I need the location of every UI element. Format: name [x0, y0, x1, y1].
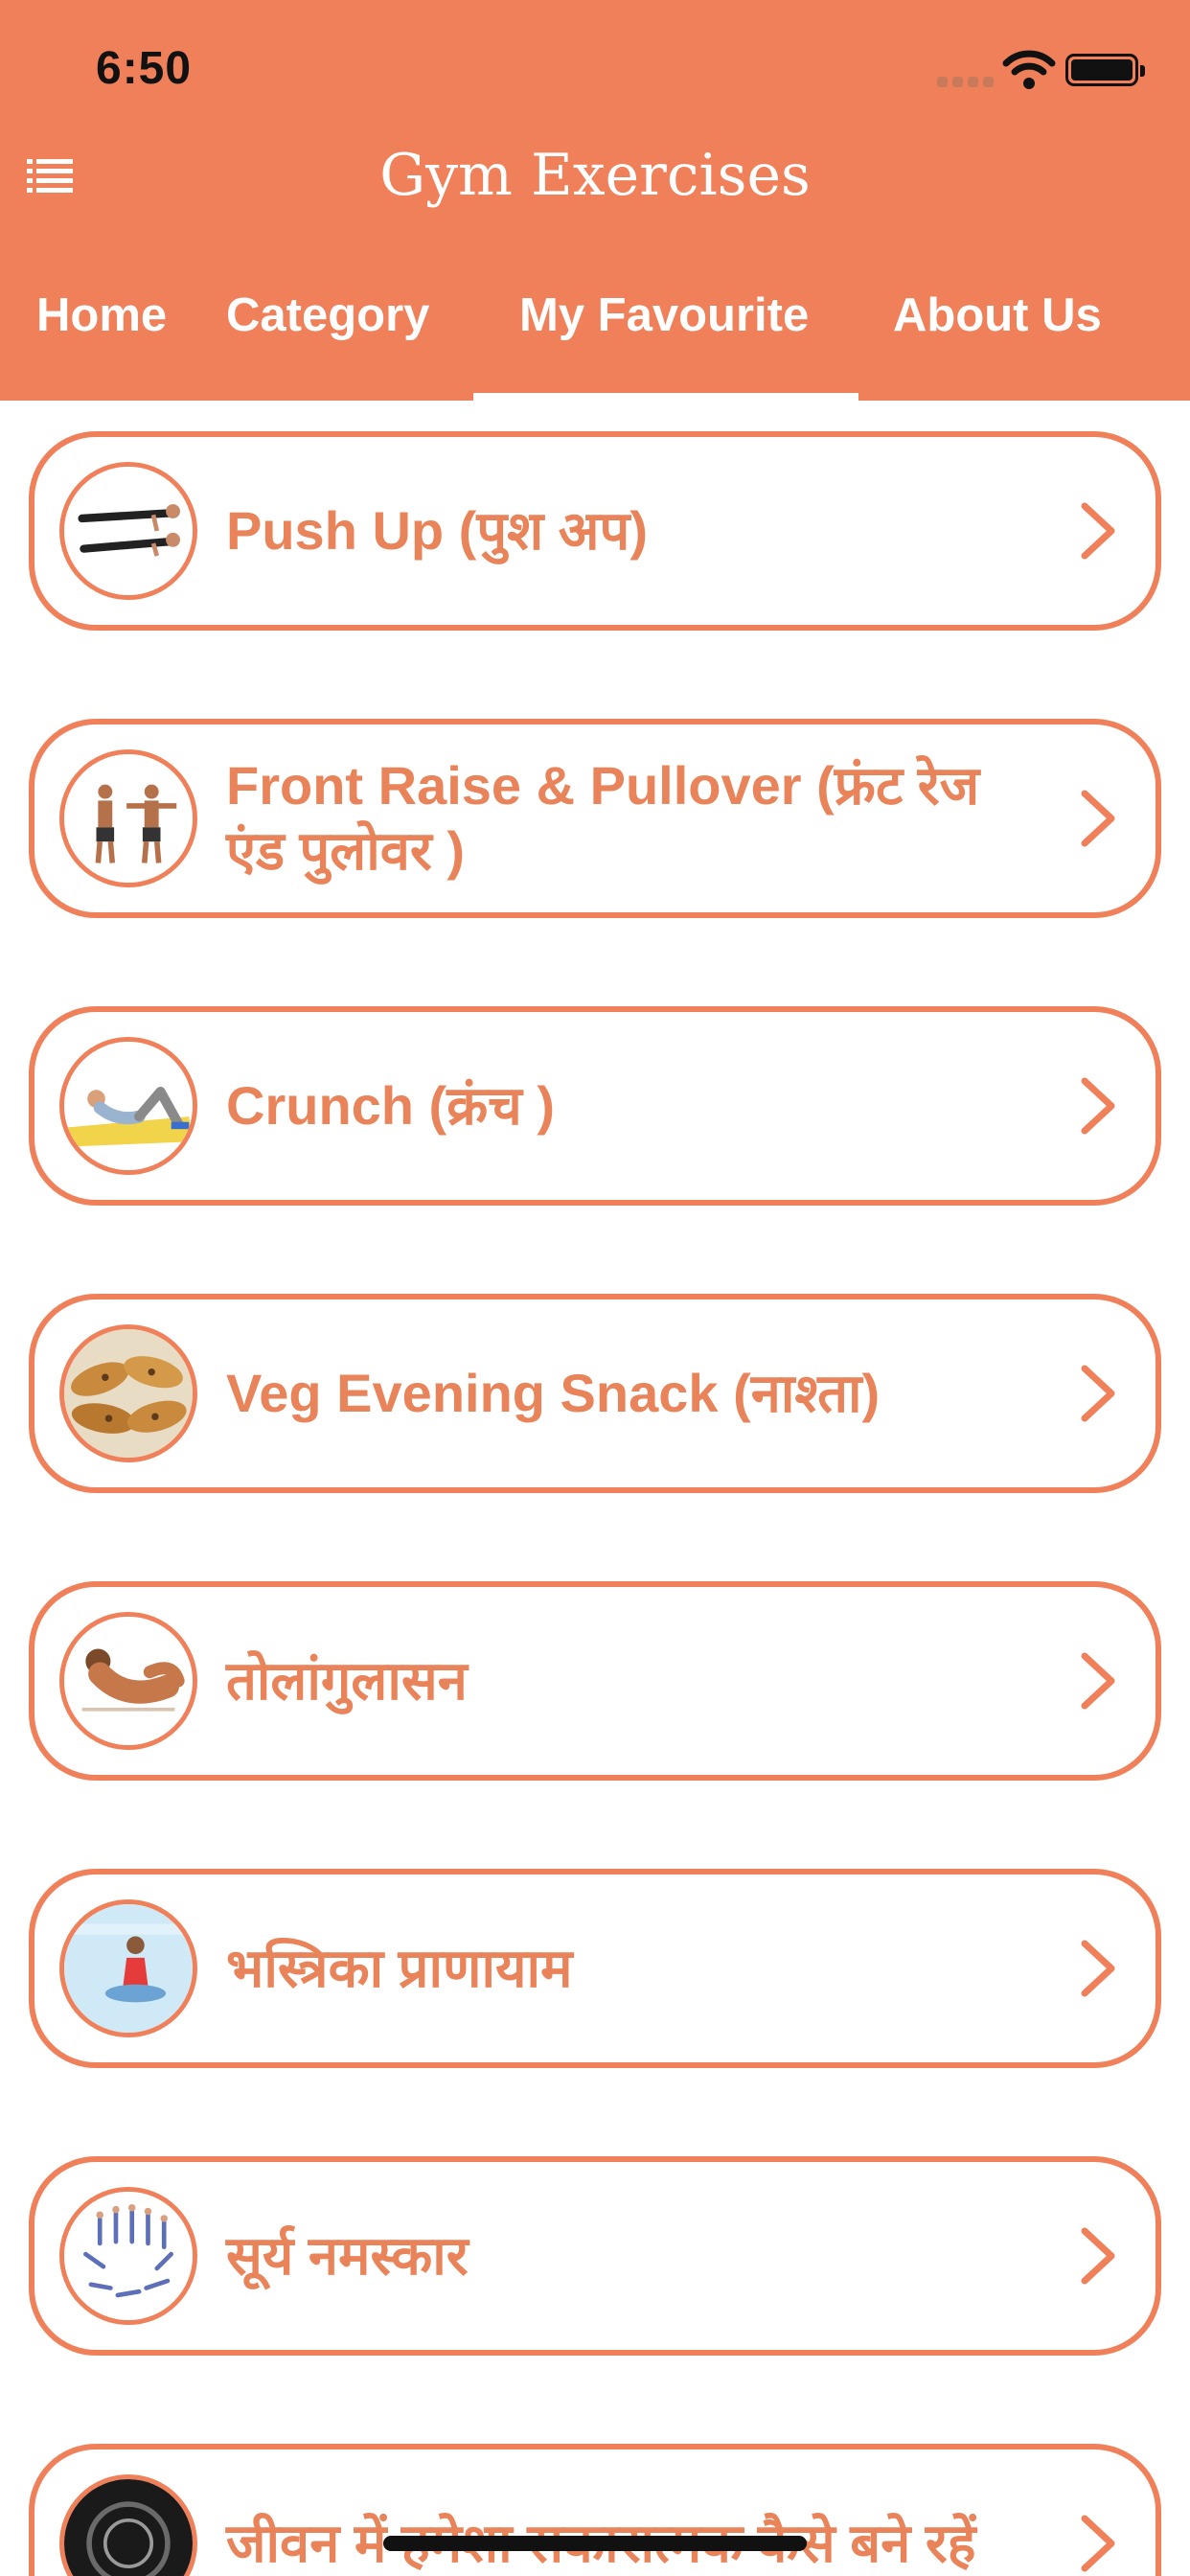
list-item-label: जीवन में हमेशा सकारात्मक कैसे बने रहें	[226, 2513, 976, 2573]
chevron-right-icon	[1081, 1652, 1115, 1710]
app-header: 6:50 Gym Exercises Home Category My Favo…	[0, 0, 1190, 401]
tab-home[interactable]: Home	[36, 278, 167, 401]
list-item[interactable]: भस्त्रिका प्राणायाम	[29, 1869, 1161, 2068]
list-item[interactable]: Front Raise & Pullover (फ्रंट रेज एंड पु…	[29, 719, 1161, 918]
list-item[interactable]: सूर्य नमस्कार	[29, 2156, 1161, 2356]
chevron-right-icon	[1081, 1365, 1115, 1422]
active-tab-indicator	[473, 393, 858, 401]
chevron-right-icon	[1081, 1077, 1115, 1135]
yoga-pose-thumbnail	[59, 1612, 197, 1750]
battery-icon	[1065, 54, 1145, 86]
list-item[interactable]: तोलांगुलासन	[29, 1581, 1161, 1781]
home-indicator[interactable]	[383, 2536, 807, 2551]
chevron-right-icon	[1081, 502, 1115, 560]
list-item-label: तोलांगुलासन	[226, 1650, 468, 1711]
tab-bar: Home Category My Favourite About Us	[0, 278, 1190, 401]
crunch-thumbnail	[59, 1037, 197, 1175]
chevron-right-icon	[1081, 790, 1115, 847]
chevron-right-icon	[1081, 1940, 1115, 1997]
snack-thumbnail	[59, 1324, 197, 1462]
cellular-signal-icon	[937, 75, 998, 92]
list-item-label: Crunch (क्रंच )	[226, 1075, 555, 1136]
list-item-label: Veg Evening Snack (नाश्ता)	[226, 1363, 881, 1423]
front-raise-thumbnail	[59, 749, 197, 887]
chevron-right-icon	[1081, 2227, 1115, 2285]
pranayama-thumbnail	[59, 1899, 197, 2037]
list-item-label: भस्त्रिका प्राणायाम	[226, 1938, 573, 1998]
list-item[interactable]: Crunch (क्रंच )	[29, 1006, 1161, 1206]
list-item[interactable]: जीवन में हमेशा सकारात्मक कैसे बने रहें	[29, 2444, 1161, 2576]
positivity-thumbnail	[59, 2474, 197, 2576]
app-title: Gym Exercises	[379, 142, 811, 209]
list-item-label: Front Raise & Pullover (फ्रंट रेज एंड पु…	[226, 755, 980, 881]
wifi-icon	[1002, 50, 1056, 89]
list-item[interactable]: Veg Evening Snack (नाश्ता)	[29, 1294, 1161, 1493]
status-bar: 6:50	[0, 0, 1190, 134]
surya-namaskar-thumbnail	[59, 2187, 197, 2325]
chevron-right-icon	[1081, 2515, 1115, 2572]
list-item[interactable]: Push Up (पुश अप)	[29, 431, 1161, 631]
tab-about-us[interactable]: About Us	[893, 278, 1102, 401]
list-item-label: सूर्य नमस्कार	[226, 2225, 469, 2286]
status-time: 6:50	[96, 43, 193, 94]
tab-my-favourite[interactable]: My Favourite	[519, 278, 809, 401]
tab-category[interactable]: Category	[226, 278, 429, 401]
push-up-thumbnail	[59, 462, 197, 600]
list-item-label: Push Up (पुश अप)	[226, 500, 649, 561]
